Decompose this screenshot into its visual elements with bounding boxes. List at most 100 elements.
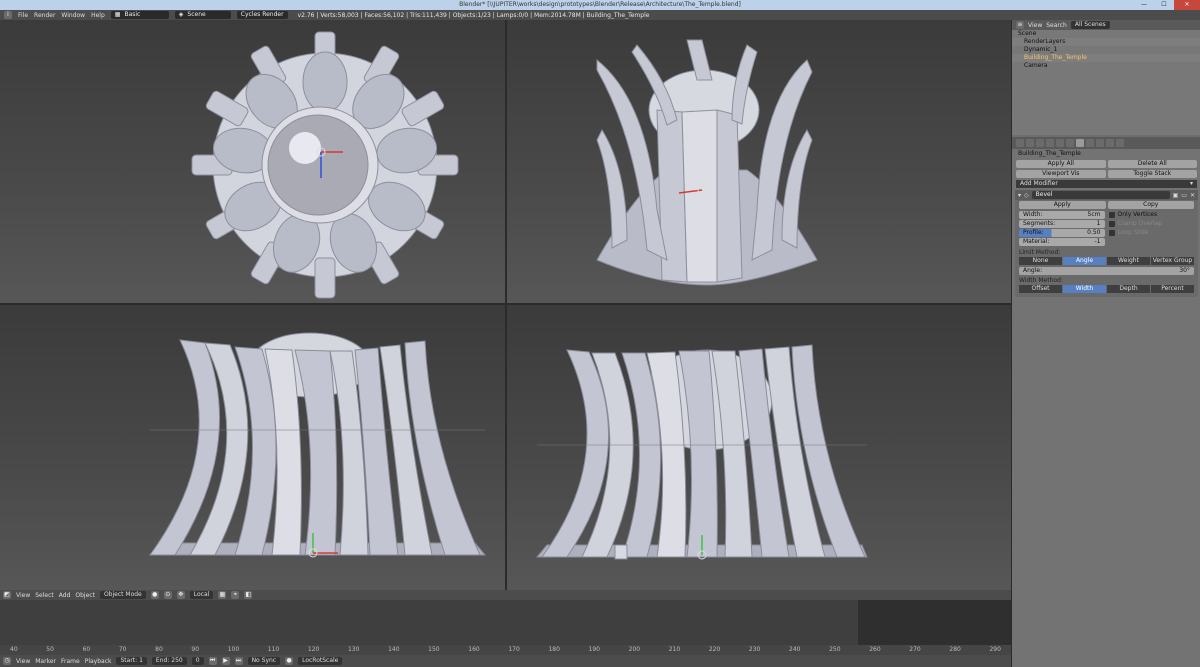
menu-view[interactable]: View (16, 592, 30, 599)
profile-slider[interactable]: Profile: 0.50 (1019, 229, 1105, 237)
physics-tab-icon[interactable] (1116, 139, 1124, 147)
layers-icon[interactable]: ▦ (218, 591, 227, 599)
pivot-icon[interactable]: ⊙ (163, 591, 172, 599)
viewport-vis-button[interactable]: Viewport Vis (1016, 170, 1106, 178)
menu-select[interactable]: Select (35, 592, 54, 599)
shading-icon[interactable]: ● (150, 591, 159, 599)
scene-selector[interactable]: ◈ Scene (174, 11, 231, 19)
modifiers-tab-icon[interactable] (1076, 139, 1084, 147)
data-tab-icon[interactable] (1086, 139, 1094, 147)
limit-method-option-active[interactable]: Angle (1063, 257, 1106, 265)
orientation-select[interactable]: Local (189, 591, 214, 599)
only-vertices-checkbox[interactable]: Only Vertices (1108, 211, 1195, 219)
render-toggle-icon[interactable]: ▣ (1173, 192, 1179, 199)
outliner-filter-select[interactable]: All Scenes (1070, 21, 1110, 29)
viewport-split-vertical[interactable] (505, 20, 507, 590)
modifier-name-field[interactable]: Bevel (1031, 191, 1170, 199)
viewport-perspective[interactable] (507, 20, 1011, 303)
close-icon[interactable]: ✕ (1190, 192, 1195, 199)
menu-view[interactable]: View (16, 658, 30, 665)
scene-stats: v2.76 | Verts:58,003 | Faces:56,102 | Tr… (297, 11, 650, 19)
width-method-option-active[interactable]: Width (1063, 285, 1106, 293)
add-modifier-select[interactable]: Add Modifier ▾ (1016, 180, 1197, 188)
close-button[interactable]: ✕ (1174, 0, 1200, 10)
modifier-copy-button[interactable]: Copy (1107, 201, 1194, 209)
mode-select[interactable]: Object Mode (99, 591, 146, 599)
outliner-item[interactable]: Camera (1012, 62, 1200, 70)
keying-set-select[interactable]: LocRotScale (298, 657, 343, 665)
outliner-item[interactable]: RenderLayers (1012, 38, 1200, 46)
limit-method-option[interactable]: None (1019, 257, 1062, 265)
viewport-side[interactable] (507, 305, 1011, 590)
material-field[interactable]: Material: -1 (1019, 238, 1105, 246)
toggle-stack-button[interactable]: Toggle Stack (1107, 170, 1197, 178)
end-frame-field[interactable]: End: 250 (151, 657, 187, 665)
checkbox-box (1108, 212, 1115, 218)
timeline-ruler[interactable]: 40 50 60 70 80 90 100 110 120 130 140 15… (0, 645, 1011, 655)
editor-type-icon[interactable]: ◷ (3, 657, 11, 665)
outliner-item[interactable]: Scene (1012, 30, 1200, 38)
width-method-option[interactable]: Depth (1107, 285, 1150, 293)
menu-help[interactable]: Help (91, 12, 105, 19)
editor-type-icon[interactable]: i (4, 11, 12, 19)
angle-field[interactable]: Angle: 30° (1019, 267, 1194, 275)
sync-select[interactable]: No Sync (247, 657, 281, 665)
world-tab-icon[interactable] (1046, 139, 1054, 147)
tick-label: 140 (388, 646, 400, 653)
record-icon[interactable]: ● (285, 657, 294, 665)
start-frame-field[interactable]: Start: 1 (116, 657, 147, 665)
menu-frame[interactable]: Frame (61, 658, 80, 665)
viewport-toggle-icon[interactable]: ▭ (1181, 192, 1187, 199)
timeline-track[interactable] (0, 600, 858, 645)
play-icon[interactable]: ▶ (221, 657, 230, 665)
viewport-top[interactable] (0, 20, 505, 303)
viewport-front[interactable] (0, 305, 505, 590)
jump-end-icon[interactable]: ⏭ (234, 657, 243, 665)
render-icon[interactable]: ◧ (244, 591, 253, 599)
menu-render[interactable]: Render (34, 12, 55, 19)
render-tab-icon[interactable] (1016, 139, 1024, 147)
outliner-item-selected[interactable]: Building_The_Temple (1012, 54, 1200, 62)
modifier-apply-button[interactable]: Apply (1019, 201, 1106, 209)
width-method-option[interactable]: Offset (1019, 285, 1062, 293)
clamp-overlap-checkbox[interactable]: Clamp Overlap (1108, 220, 1195, 228)
viewport-split-horizontal[interactable] (0, 303, 1011, 305)
texture-tab-icon[interactable] (1106, 139, 1114, 147)
menu-object[interactable]: Object (75, 592, 95, 599)
jump-start-icon[interactable]: ⏮ (208, 657, 217, 665)
menu-window[interactable]: Window (61, 12, 85, 19)
segments-field[interactable]: Segments: 1 (1019, 220, 1105, 228)
material-tab-icon[interactable] (1096, 139, 1104, 147)
delete-all-button[interactable]: Delete All (1107, 160, 1197, 168)
layers-tab-icon[interactable] (1026, 139, 1034, 147)
viewport-header: ◩ View Select Add Object Object Mode ● ⊙… (0, 590, 1011, 600)
outliner[interactable]: ≡ View Search All Scenes Scene RenderLay… (1012, 20, 1200, 135)
loop-slide-checkbox[interactable]: Loop Slide (1108, 229, 1195, 237)
menu-playback[interactable]: Playback (85, 658, 112, 665)
menu-file[interactable]: File (18, 12, 28, 19)
menu-add[interactable]: Add (59, 592, 71, 599)
width-field[interactable]: Width: 5cm (1019, 211, 1105, 219)
editor-type-icon[interactable]: ≡ (1016, 21, 1024, 29)
layout-selector[interactable]: ▦ Basic (110, 11, 169, 19)
current-frame-field[interactable]: 0 (191, 657, 204, 665)
outliner-item[interactable]: Dynamic_1 (1012, 46, 1200, 54)
scene-tab-icon[interactable] (1036, 139, 1044, 147)
constraints-tab-icon[interactable] (1066, 139, 1074, 147)
render-engine-select[interactable]: Cycles Render (236, 11, 288, 19)
limit-method-option[interactable]: Vertex Group (1151, 257, 1194, 265)
outliner-view-menu[interactable]: View (1028, 22, 1042, 29)
snap-icon[interactable]: ⌖ (231, 591, 240, 599)
editor-type-icon[interactable]: ◩ (3, 591, 11, 599)
timeline-editor[interactable]: 40 50 60 70 80 90 100 110 120 130 140 15… (0, 600, 1011, 655)
collapse-icon[interactable]: ▾ (1018, 192, 1021, 199)
outliner-search-menu[interactable]: Search (1046, 22, 1067, 29)
apply-all-button[interactable]: Apply All (1016, 160, 1106, 168)
limit-method-option[interactable]: Weight (1107, 257, 1150, 265)
menu-marker[interactable]: Marker (35, 658, 56, 665)
object-tab-icon[interactable] (1056, 139, 1064, 147)
width-method-option[interactable]: Percent (1151, 285, 1194, 293)
minimize-button[interactable]: — (1134, 0, 1154, 10)
manipulator-icon[interactable]: ✥ (176, 591, 185, 599)
maximize-button[interactable]: ☐ (1154, 0, 1174, 10)
